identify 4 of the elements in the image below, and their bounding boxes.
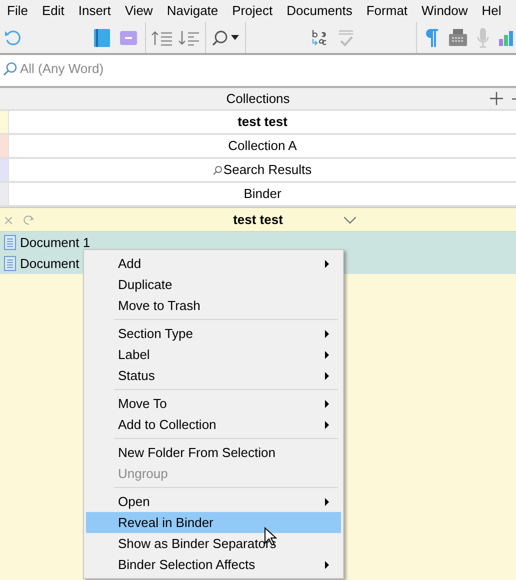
panel-title: Collections (226, 90, 290, 108)
document-name: Document 1 (20, 234, 90, 252)
document-name: Document (20, 254, 80, 273)
collection-title: test test (233, 210, 283, 229)
